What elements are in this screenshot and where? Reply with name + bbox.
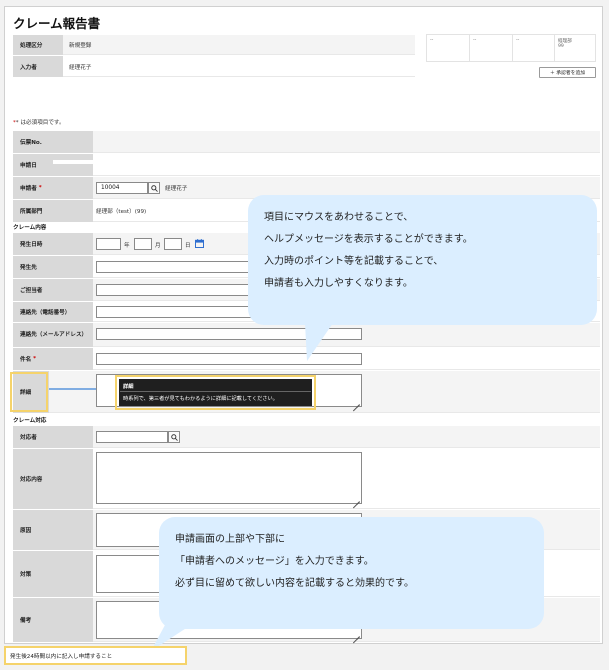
- apply-date-mask: [53, 160, 93, 164]
- day-unit: 日: [185, 243, 191, 249]
- occurrence-month-input[interactable]: [134, 238, 152, 250]
- bubble-line: 必ず目に留めて欲しい内容を記載すると効果的です。: [175, 578, 414, 589]
- approval-route: -- -- -- 経理部 99: [426, 34, 596, 62]
- occurrence-year-input[interactable]: [96, 238, 121, 250]
- applicant-message-bubble: 申請画面の上部や下部に 「申請者へのメッセージ」を入力できます。 必ず目に留めて…: [159, 517, 544, 629]
- bubble-line: ヘルプメッセージを表示することができます。: [264, 234, 473, 245]
- email-label: 連絡先（メールアドレス）: [13, 323, 93, 347]
- applicant-label: 申請者 *: [13, 177, 93, 199]
- entrant-value: 経理花子: [69, 64, 92, 71]
- details-help-tooltip: 詳細 時系列で、第三者が見てもわかるように詳細に記載してください。: [119, 379, 312, 406]
- applicant-search-button[interactable]: [148, 182, 160, 194]
- response-content-textarea[interactable]: [96, 452, 362, 504]
- occurrence-day-input[interactable]: [164, 238, 182, 250]
- cause-label: 原因: [13, 510, 93, 550]
- footer-applicant-message: 発生後24時間以内に記入し申請すること: [4, 646, 187, 665]
- response-content-label: 対応内容: [13, 449, 93, 509]
- claim-report-form: クレーム報告書 処理区分 新規登録 入力者 経理花子 -- -- -- 経理部 …: [4, 6, 603, 651]
- calendar-icon[interactable]: [195, 239, 204, 248]
- subject-label: 件名 *: [13, 348, 93, 370]
- bubble-line: 項目にマウスをあわせることで、: [264, 212, 414, 223]
- bubble-line: 申請者も入力しやすくなります。: [264, 278, 413, 289]
- department-value: 経理部（test）(99): [96, 209, 147, 215]
- applicant-name: 経理花子: [165, 186, 188, 192]
- occurrence-date-label: 発生日時: [13, 233, 93, 255]
- search-icon: [170, 433, 178, 441]
- required-note: ** は必須項目です。: [13, 120, 65, 126]
- add-approver-button[interactable]: ＋ 承認者を追加: [539, 67, 596, 78]
- bubble-tail: [305, 323, 333, 361]
- applicant-label-text: 申請者: [20, 186, 37, 192]
- status-value: 新規登録: [69, 43, 92, 49]
- slip-no-row: [13, 131, 600, 153]
- countermeasure-label: 対策: [13, 551, 93, 597]
- applicant-code-input[interactable]: 10004: [96, 182, 148, 194]
- search-icon: [150, 184, 158, 192]
- month-unit: 月: [155, 243, 161, 249]
- applicant-required-mark: *: [38, 185, 42, 191]
- resize-grip-icon[interactable]: [353, 495, 360, 502]
- bubble-line: 入力時のポイント等を記載することで、: [264, 256, 444, 267]
- details-label-highlight: [10, 372, 48, 412]
- resize-grip-icon[interactable]: [353, 630, 360, 637]
- subject-label-text: 件名: [20, 357, 32, 363]
- status-label: 処理区分: [13, 35, 63, 55]
- remarks-label: 備考: [13, 598, 93, 642]
- resize-grip-icon[interactable]: [353, 398, 360, 405]
- entrant-label: 入力者: [13, 56, 63, 77]
- year-unit: 年: [124, 243, 130, 249]
- required-note-text: * は必須項目です。: [15, 120, 65, 126]
- tooltip-body: 時系列で、第三者が見てもわかるように詳細に記載してください。: [123, 396, 278, 402]
- subject-required-mark: *: [33, 356, 37, 362]
- help-message-bubble: 項目にマウスをあわせることで、 ヘルプメッセージを表示することができます。 入力…: [248, 195, 597, 325]
- approval-cell: --: [427, 35, 470, 61]
- department-label: 所属部門: [13, 200, 93, 222]
- approval-sub: 99: [558, 44, 564, 49]
- origin-label: 発生先: [13, 256, 93, 278]
- person-label: ご担当者: [13, 279, 93, 301]
- responder-input[interactable]: [96, 431, 168, 443]
- section-response-heading: クレーム対応: [13, 418, 47, 424]
- responder-search-button[interactable]: [168, 431, 180, 443]
- slip-no-label: 伝票No.: [13, 131, 93, 153]
- tooltip-title: 詳細: [123, 384, 134, 390]
- approval-cell: --: [470, 35, 513, 61]
- apply-date-label: 申請日: [13, 154, 93, 176]
- responder-label: 対応者: [13, 426, 93, 448]
- tooltip-divider: [120, 391, 311, 392]
- apply-date-row: [13, 154, 600, 176]
- section-claim-heading: クレーム内容: [13, 225, 47, 231]
- page-title: クレーム報告書: [13, 16, 101, 31]
- approval-cell: --: [513, 35, 555, 61]
- approval-cell-last: 経理部 99: [555, 35, 597, 61]
- bubble-line: 「申請者へのメッセージ」を入力できます。: [175, 556, 374, 567]
- bubble-line: 申請画面の上部や下部に: [175, 534, 285, 545]
- phone-label: 連絡先（電話番号）: [13, 302, 93, 322]
